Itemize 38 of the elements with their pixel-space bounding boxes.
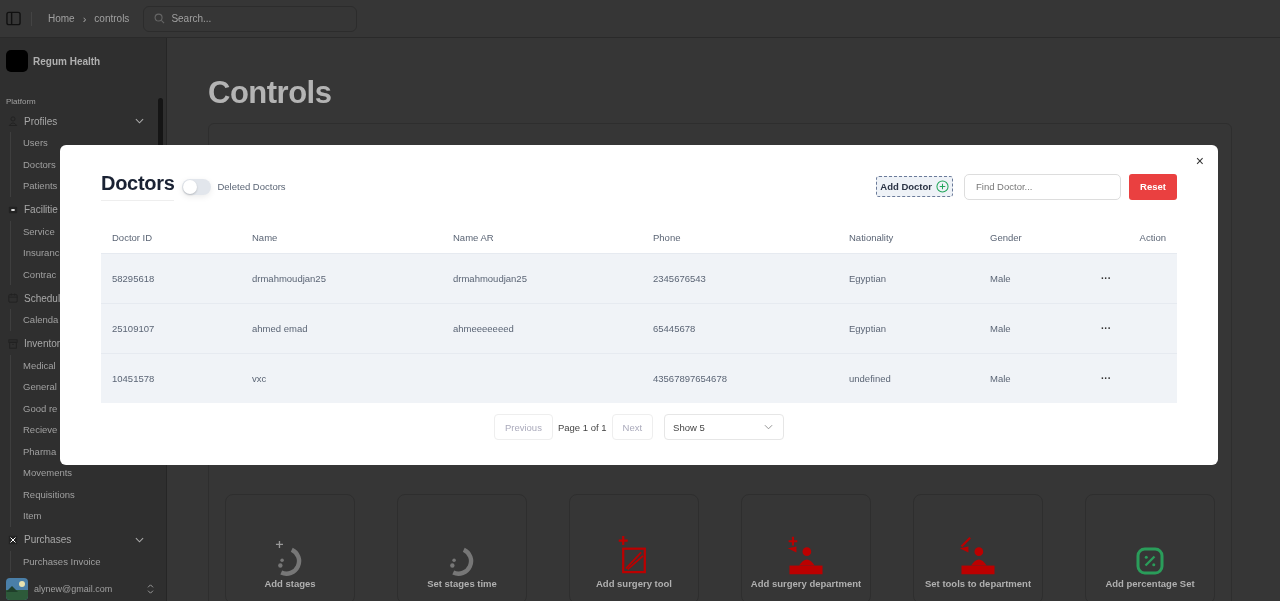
table-cell: ahmed emad [252, 323, 308, 334]
table-cell: Male [990, 373, 1011, 384]
table-cell: Male [990, 323, 1011, 334]
toggle-label: Deleted Doctors [217, 181, 286, 192]
table-cell: drmahmoudjan25 [453, 273, 527, 284]
table-cell: 43567897654678 [653, 373, 727, 384]
table-cell: ahmeeeeeeed [453, 323, 514, 334]
table-cell: Egyptian [849, 323, 886, 334]
column-header: Doctor ID [112, 232, 153, 243]
card-label: Add surgery department [750, 578, 862, 589]
card-label: Add stages [264, 578, 316, 589]
column-header: Action [1139, 232, 1166, 243]
table-cell: Egyptian [849, 273, 886, 284]
brand-name: Regum Health [33, 55, 101, 67]
card-label: Set stages time [427, 578, 497, 589]
breadcrumb-separator: › [82, 12, 87, 25]
card-label: Add percentage Set [1105, 578, 1195, 589]
table-cell: 58295618 [112, 273, 155, 284]
table-cell: 65445678 [653, 323, 696, 334]
user-email: alynew@gmail.com [34, 584, 114, 594]
section-label: Platform [5, 96, 37, 108]
dialog-title: Doctors [101, 172, 175, 201]
table-cell: drmahmoudjan25 [252, 273, 326, 284]
card-label: Set tools to department [924, 578, 1032, 589]
page-indicator: Page 1 of 1 [557, 421, 607, 433]
page-title: Controls [208, 75, 333, 111]
column-header: Phone [653, 232, 681, 243]
column-header: Name [252, 232, 278, 243]
column-header: Name AR [453, 232, 494, 243]
table-cell: 2345676543 [653, 273, 706, 284]
table-cell: Male [990, 273, 1011, 284]
table-cell: undefined [849, 373, 891, 384]
table-cell: 25109107 [112, 323, 155, 334]
column-header: Gender [990, 232, 1022, 243]
card-label: Add surgery tool [596, 578, 672, 589]
table-cell: 10451578 [112, 373, 155, 384]
table-cell: vxc [252, 373, 267, 384]
column-header: Nationality [849, 232, 894, 243]
